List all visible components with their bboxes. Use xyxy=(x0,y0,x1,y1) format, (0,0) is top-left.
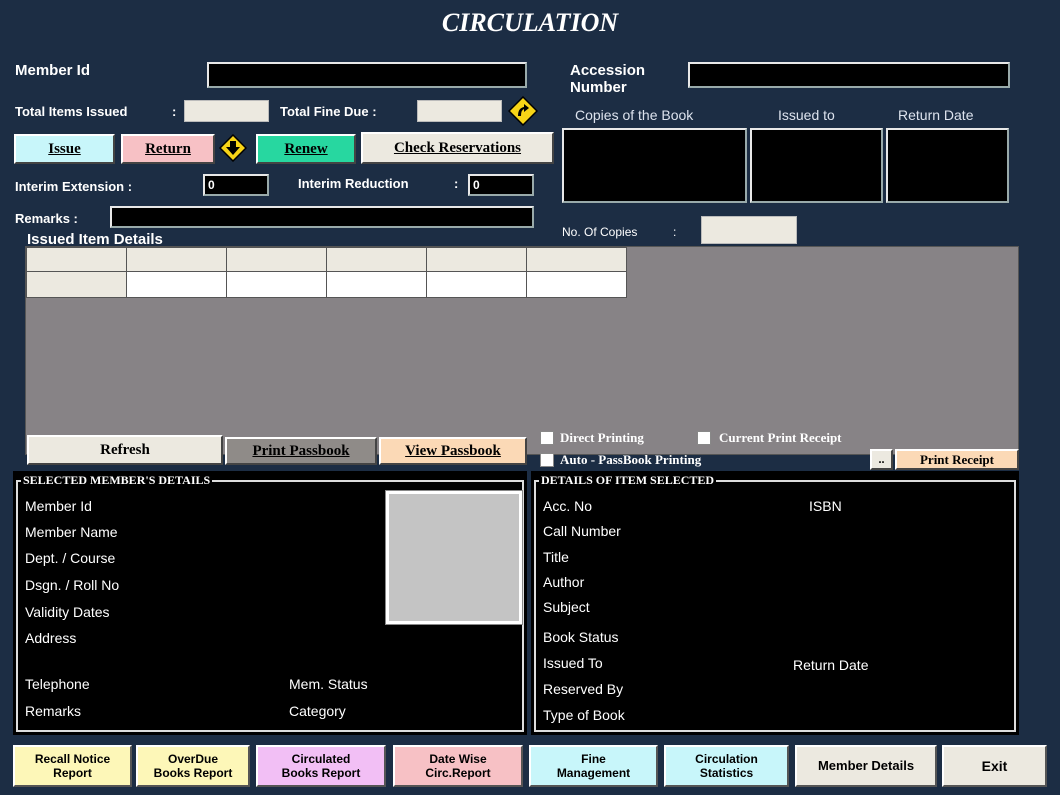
issued-to-header: Issued to xyxy=(778,107,835,123)
issued-to-list[interactable] xyxy=(750,128,883,203)
auto-passbook-checkbox[interactable] xyxy=(540,453,554,467)
return-date-list[interactable] xyxy=(886,128,1009,203)
issued-items-grid[interactable] xyxy=(25,246,1019,455)
exit-button[interactable]: Exit xyxy=(942,745,1047,787)
member-details-legend: SELECTED MEMBER'S DETAILS xyxy=(21,473,213,488)
type-of-book-label: Type of Book xyxy=(543,707,625,723)
author-label: Author xyxy=(543,574,585,590)
subject-label: Subject xyxy=(543,599,590,615)
item-details-panel: DETAILS OF ITEM SELECTED Acc. No ISBN Ca… xyxy=(531,471,1019,735)
member-id-input[interactable] xyxy=(207,62,527,88)
dept-course-label: Dept. / Course xyxy=(25,550,116,566)
no-of-copies-label: No. Of Copies xyxy=(562,225,638,239)
grid-header-cell xyxy=(326,247,427,272)
circulation-statistics-button[interactable]: Circulation Statistics xyxy=(664,745,789,787)
issued-to-label: Issued To xyxy=(543,655,603,671)
no-of-copies-field xyxy=(701,216,797,244)
down-arrow-sign-icon xyxy=(219,134,247,162)
recall-notice-report-button[interactable]: Recall Notice Report xyxy=(13,745,132,787)
current-print-receipt-checkbox[interactable] xyxy=(697,431,711,445)
interim-extension-input[interactable]: 0 xyxy=(203,174,269,196)
total-fine-field xyxy=(417,100,502,122)
copies-header: Copies of the Book xyxy=(575,107,694,123)
grid-row-header[interactable] xyxy=(26,271,127,298)
return-date-header: Return Date xyxy=(898,107,974,123)
total-items-field xyxy=(184,100,269,122)
address-label: Address xyxy=(25,630,77,646)
acc-no-label: Acc. No xyxy=(543,498,593,514)
item-details-legend: DETAILS OF ITEM SELECTED xyxy=(539,473,717,488)
accession-number-label: Accession Number xyxy=(570,62,646,96)
member-id-label: Member Id xyxy=(15,62,91,79)
grid-header-cell xyxy=(126,247,227,272)
direct-printing-label: Direct Printing xyxy=(560,430,644,445)
member-remarks-label: Remarks xyxy=(25,703,82,719)
print-passbook-button[interactable]: Print Passbook xyxy=(225,437,377,465)
renew-button[interactable]: Renew xyxy=(256,134,356,164)
remarks-input[interactable] xyxy=(110,206,534,228)
issue-button[interactable]: Issue xyxy=(14,134,115,164)
browse-button[interactable]: .. xyxy=(870,449,893,470)
grid-cell[interactable] xyxy=(426,271,527,298)
grid-cell[interactable] xyxy=(126,271,227,298)
total-fine-label: Total Fine Due : xyxy=(280,104,377,119)
book-status-label: Book Status xyxy=(543,629,619,645)
grid-header-cell xyxy=(26,247,127,272)
total-items-colon: : xyxy=(172,104,177,119)
current-print-receipt-label: Current Print Receipt xyxy=(719,430,842,445)
page-title: CIRCULATION xyxy=(441,8,619,37)
member-details-button[interactable]: Member Details xyxy=(795,745,937,787)
validity-dates-label: Validity Dates xyxy=(25,604,110,620)
member-id-field-label: Member Id xyxy=(25,498,92,514)
grid-header-cell xyxy=(426,247,527,272)
reserved-by-label: Reserved By xyxy=(543,681,624,697)
direct-printing-checkbox[interactable] xyxy=(540,431,554,445)
member-name-label: Member Name xyxy=(25,524,118,540)
member-details-panel: SELECTED MEMBER'S DETAILS Member Id Memb… xyxy=(13,471,527,735)
view-passbook-button[interactable]: View Passbook xyxy=(379,437,527,465)
road-sign-icon xyxy=(508,96,538,126)
return-button[interactable]: Return xyxy=(121,134,215,164)
title-label: Title xyxy=(543,549,569,565)
grid-header-cell xyxy=(526,247,627,272)
no-of-copies-colon: : xyxy=(673,225,677,239)
mem-status-label: Mem. Status xyxy=(289,676,368,692)
member-photo xyxy=(385,490,523,625)
refresh-button[interactable]: Refresh xyxy=(27,435,223,465)
interim-reduction-colon: : xyxy=(454,176,459,191)
grid-cell[interactable] xyxy=(526,271,627,298)
interim-extension-label: Interim Extension : xyxy=(15,179,133,194)
grid-header-cell xyxy=(226,247,327,272)
print-receipt-button[interactable]: Print Receipt xyxy=(895,449,1019,470)
item-return-date-label: Return Date xyxy=(793,657,869,673)
circulated-books-report-button[interactable]: Circulated Books Report xyxy=(256,745,386,787)
remarks-label: Remarks : xyxy=(15,211,78,226)
interim-reduction-label: Interim Reduction xyxy=(298,176,409,191)
date-wise-circ-report-button[interactable]: Date Wise Circ.Report xyxy=(393,745,523,787)
grid-cell[interactable] xyxy=(226,271,327,298)
dsgn-roll-label: Dsgn. / Roll No xyxy=(25,577,120,593)
check-reservations-button[interactable]: Check Reservations xyxy=(361,132,554,164)
copies-list[interactable] xyxy=(562,128,747,203)
fine-management-button[interactable]: Fine Management xyxy=(529,745,658,787)
auto-passbook-label: Auto - PassBook Printing xyxy=(560,452,702,467)
overdue-books-report-button[interactable]: OverDue Books Report xyxy=(136,745,250,787)
telephone-label: Telephone xyxy=(25,676,90,692)
total-items-label: Total Items Issued xyxy=(15,104,128,119)
grid-cell[interactable] xyxy=(326,271,427,298)
call-number-label: Call Number xyxy=(543,523,621,539)
isbn-label: ISBN xyxy=(809,498,842,514)
interim-reduction-input[interactable]: 0 xyxy=(468,174,534,196)
accession-number-input[interactable] xyxy=(688,62,1010,88)
category-label: Category xyxy=(289,703,346,719)
